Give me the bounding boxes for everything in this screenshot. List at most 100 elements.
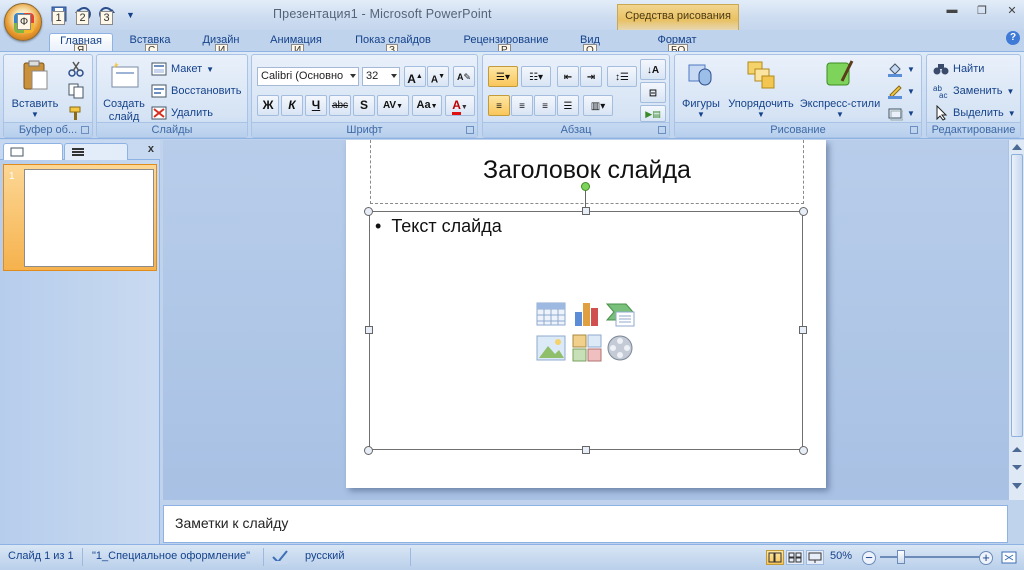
select-button[interactable]: Выделить ▼	[933, 104, 1016, 122]
align-text-button[interactable]: ⊟	[640, 82, 666, 103]
resize-handle-tr[interactable]	[799, 207, 808, 216]
rotate-handle[interactable]	[581, 182, 590, 191]
font-color-button[interactable]: A▼	[445, 95, 475, 116]
zoom-level[interactable]: 50%	[830, 550, 852, 562]
layout-button[interactable]: Макет ▼	[151, 60, 214, 78]
insert-chart-icon[interactable]	[572, 300, 602, 328]
spellcheck-icon[interactable]	[271, 549, 289, 565]
notes-pane[interactable]: Заметки к слайду	[163, 505, 1008, 543]
resize-handle-l[interactable]	[365, 326, 373, 334]
drawing-launcher-icon[interactable]	[910, 126, 918, 134]
resize-handle-b[interactable]	[582, 446, 590, 454]
customize-qat-icon[interactable]: ▼	[126, 10, 135, 20]
office-button[interactable]: Ф	[4, 3, 42, 41]
help-icon[interactable]: ?	[1006, 31, 1020, 45]
scroll-up-double-icon[interactable]	[1012, 447, 1022, 452]
italic-button[interactable]: К	[281, 95, 303, 116]
insert-table-icon[interactable]	[536, 300, 566, 328]
slide-title[interactable]: Заголовок слайда	[371, 156, 803, 185]
smartart-button[interactable]: ▶▤	[640, 105, 666, 122]
slide-body-text[interactable]: • Текст слайда	[375, 216, 502, 237]
resize-handle-br[interactable]	[799, 446, 808, 455]
language-status[interactable]: русский	[305, 550, 344, 562]
line-spacing-button[interactable]: ↕☰	[607, 66, 637, 87]
restore-icon[interactable]: ❐	[974, 4, 990, 17]
find-button[interactable]: Найти	[933, 60, 984, 78]
numbering-button[interactable]: ☷▾	[521, 66, 551, 87]
shape-fill-button[interactable]: ▼	[887, 60, 915, 78]
copy-icon[interactable]	[68, 83, 84, 99]
bold-button[interactable]: Ж	[257, 95, 279, 116]
resize-handle-bl[interactable]	[364, 446, 373, 455]
undo-button[interactable]: 2	[74, 5, 94, 25]
slide-thumbnail[interactable]: 1	[3, 164, 157, 271]
resize-handle-r[interactable]	[799, 326, 807, 334]
quick-styles-button[interactable]: Экспресс-стили ▼	[799, 59, 881, 119]
close-icon[interactable]: ✕	[1004, 4, 1020, 17]
vertical-scrollbar[interactable]	[1008, 140, 1024, 500]
redo-button[interactable]: 3	[98, 5, 118, 25]
shadow-button[interactable]: S	[353, 95, 375, 116]
resize-handle-t[interactable]	[582, 207, 590, 215]
scroll-down-double-icon[interactable]	[1012, 465, 1022, 470]
save-button[interactable]: 1	[50, 5, 70, 25]
zoom-slider-knob[interactable]	[897, 550, 905, 564]
font-name-combo[interactable]: Calibri (Основно	[257, 67, 359, 86]
clear-formatting-button[interactable]: A✎	[453, 66, 475, 87]
shape-outline-button[interactable]: ▼	[887, 82, 915, 100]
delete-slide-button[interactable]: Удалить	[151, 104, 213, 122]
theme-name[interactable]: "1_Специальное оформление"	[92, 550, 250, 562]
columns-button[interactable]: ▥▾	[583, 95, 613, 116]
slide-canvas[interactable]: Заголовок слайда • Текст слайда	[346, 140, 826, 488]
grow-font-button[interactable]: A▲	[404, 66, 426, 87]
font-launcher-icon[interactable]	[466, 126, 474, 134]
content-placeholder[interactable]: • Текст слайда	[369, 211, 803, 450]
slideshow-button[interactable]	[806, 550, 824, 565]
font-size-dropdown-icon[interactable]	[391, 74, 397, 78]
paste-dropdown-icon[interactable]: ▼	[10, 110, 60, 119]
text-direction-button[interactable]: ↓A	[640, 59, 666, 80]
close-panel-icon[interactable]: x	[148, 143, 154, 155]
decrease-indent-button[interactable]: ⇤	[557, 66, 579, 87]
font-size-combo[interactable]: 32	[362, 67, 400, 86]
notes-text[interactable]: Заметки к слайду	[175, 515, 288, 531]
underline-button[interactable]: Ч	[305, 95, 327, 116]
minimize-icon[interactable]: ▬	[944, 4, 960, 17]
shrink-font-button[interactable]: A▼	[427, 66, 449, 87]
zoom-slider-track[interactable]	[880, 556, 980, 558]
tab-slides-panel[interactable]	[3, 143, 63, 160]
quick-styles-dropdown-icon[interactable]: ▼	[799, 110, 881, 119]
shapes-button[interactable]: Фигуры ▼	[677, 59, 725, 119]
paste-button[interactable]: Вставить ▼	[10, 59, 60, 119]
char-spacing-button[interactable]: AV▼	[377, 95, 409, 116]
format-painter-icon[interactable]	[68, 105, 84, 121]
insert-smartart-icon[interactable]	[606, 300, 636, 328]
strikethrough-button[interactable]: abc	[329, 95, 351, 116]
normal-view-button[interactable]	[766, 550, 784, 565]
zoom-in-button[interactable]: +	[979, 551, 993, 565]
scroll-down-icon[interactable]	[1012, 483, 1022, 489]
bullets-button[interactable]: ☰▾	[488, 66, 518, 87]
cut-icon[interactable]	[68, 61, 84, 77]
change-case-button[interactable]: Aa▼	[412, 95, 442, 116]
replace-button[interactable]: ab ac Заменить ▼	[933, 82, 1014, 100]
shape-effects-button[interactable]: ▼	[887, 104, 915, 122]
insert-picture-icon[interactable]	[536, 334, 566, 362]
insert-media-icon[interactable]	[606, 334, 636, 362]
align-left-button[interactable]: ≡	[488, 95, 510, 116]
align-right-button[interactable]: ≡	[534, 95, 556, 116]
clipboard-launcher-icon[interactable]	[81, 126, 89, 134]
increase-indent-button[interactable]: ⇥	[580, 66, 602, 87]
arrange-dropdown-icon[interactable]: ▼	[725, 110, 797, 119]
reset-button[interactable]: Восстановить	[151, 82, 241, 100]
insert-clipart-icon[interactable]	[572, 334, 602, 362]
slide-sorter-button[interactable]	[786, 550, 804, 565]
font-name-dropdown-icon[interactable]	[350, 74, 356, 78]
title-placeholder[interactable]: Заголовок слайда	[370, 140, 804, 204]
scroll-up-icon[interactable]	[1012, 144, 1022, 150]
shapes-dropdown-icon[interactable]: ▼	[677, 110, 725, 119]
resize-handle-tl[interactable]	[364, 207, 373, 216]
justify-button[interactable]: ☰	[557, 95, 579, 116]
scroll-thumb[interactable]	[1011, 154, 1023, 437]
arrange-button[interactable]: Упорядочить ▼	[725, 59, 797, 119]
